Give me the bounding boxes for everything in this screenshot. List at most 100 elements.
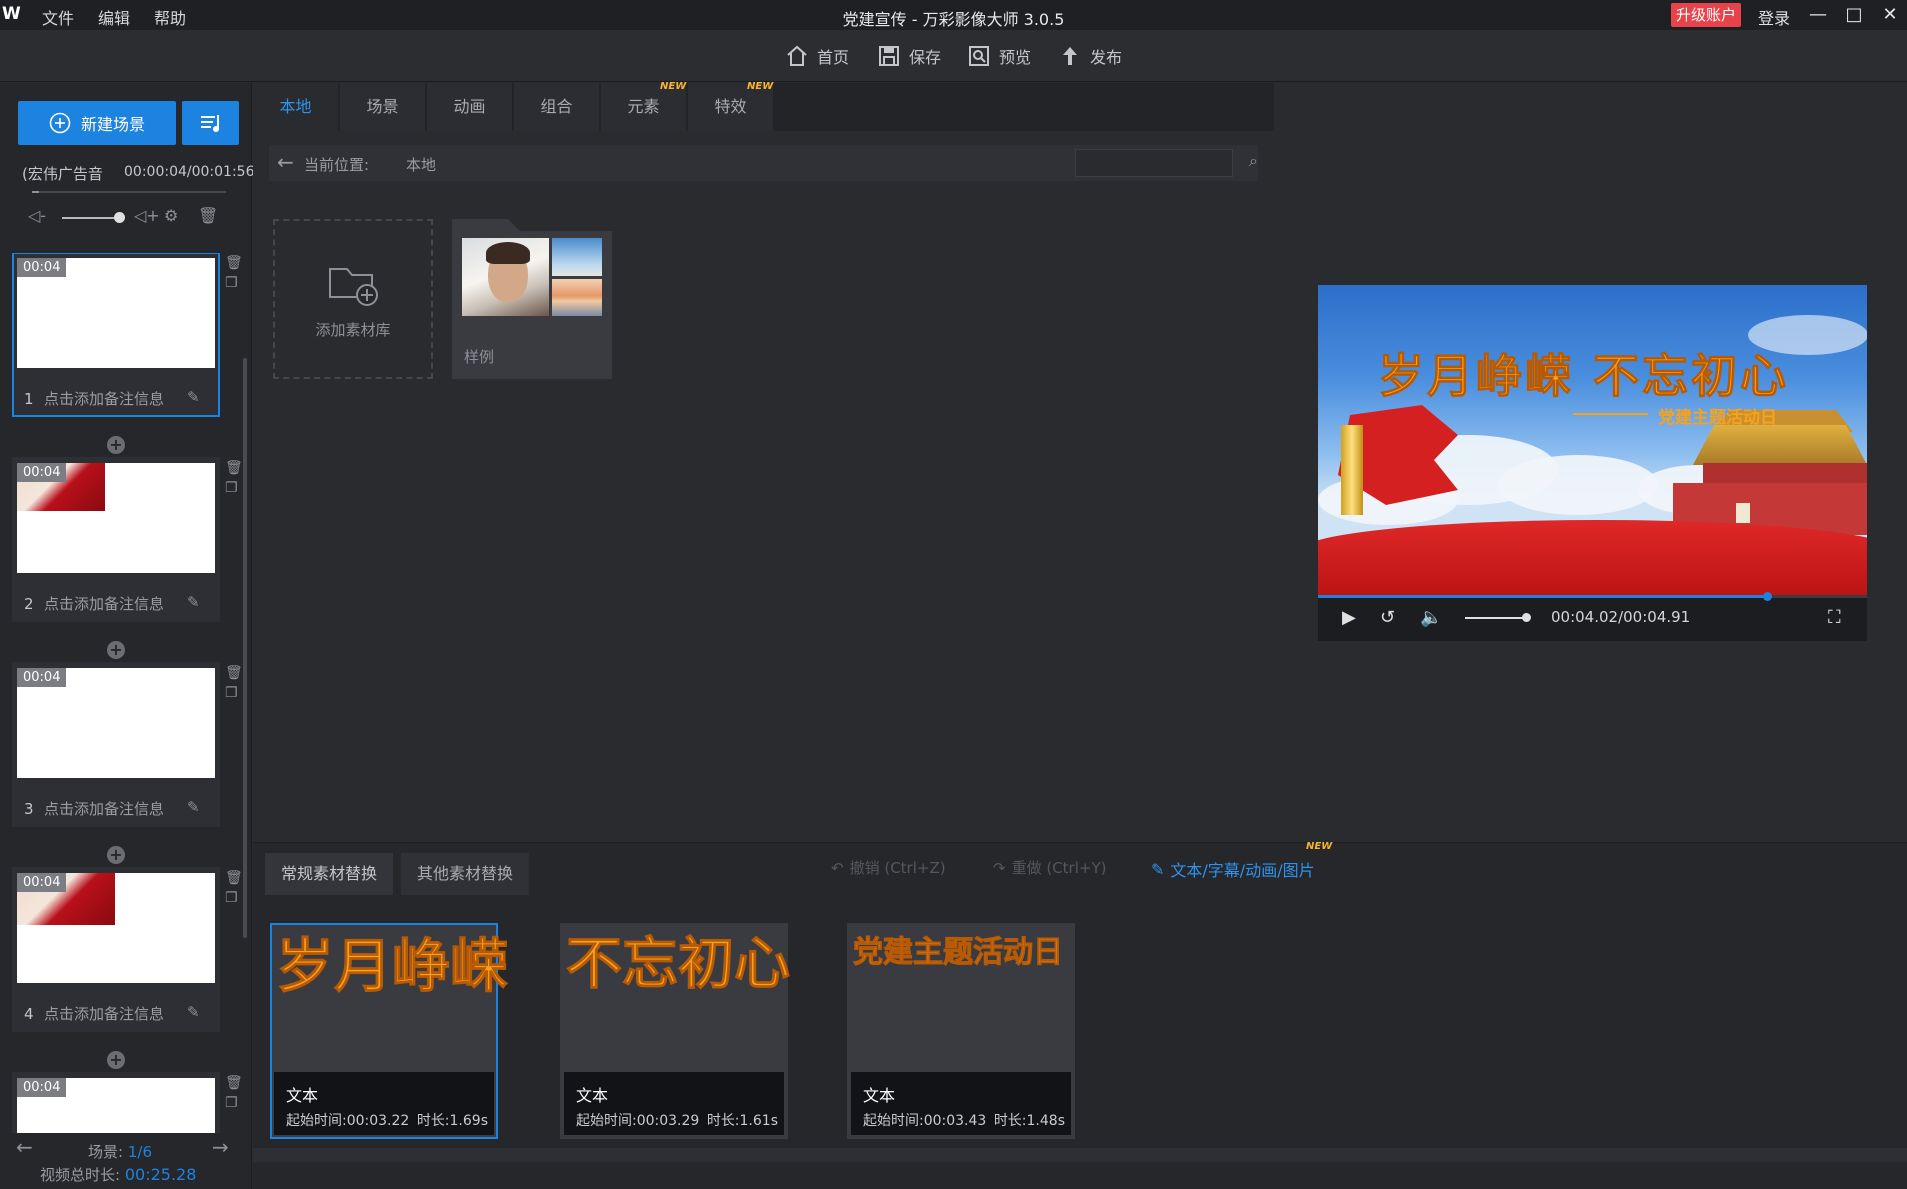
copy-scene-icon[interactable]: ❐ [225, 685, 238, 701]
video-volume-slider[interactable] [1465, 617, 1527, 619]
asset-card[interactable]: 不忘初心 文本 起始时间:00:03.29 时长:1.61s [560, 923, 791, 1139]
scene-card[interactable]: 00:04 4 点击添加备注信息 ✎ [12, 867, 220, 1032]
music-list-button[interactable] [182, 101, 239, 145]
audio-progress-fill [32, 191, 39, 193]
scene-list-scrollbar[interactable] [243, 358, 247, 938]
video-progress-knob[interactable] [1763, 592, 1773, 601]
scene-card[interactable]: 00:04 1 点击添加备注信息 ✎ [12, 253, 220, 417]
text-subtitle-label: 文本/字幕/动画/图片 [1170, 861, 1315, 880]
minimize-icon[interactable]: — [1803, 2, 1833, 28]
volume-down-icon[interactable]: ◁- [28, 206, 46, 225]
asset-list: 岁月峥嵘 文本 起始时间:00:03.22 时长:1.69s 不忘初心 文本 起… [253, 919, 1907, 1139]
tab-combination[interactable]: 组合 [514, 83, 600, 131]
undo-icon: ↶ [831, 858, 844, 877]
add-library-card[interactable]: 添加素材库 [273, 219, 433, 379]
add-scene-icon[interactable]: + [107, 641, 125, 659]
scene-index: 2 [24, 595, 34, 613]
total-duration: 视频总时长: 00:25.28 [40, 1164, 196, 1185]
new-scene-button[interactable]: 新建场景 [18, 101, 176, 145]
asset-card[interactable]: 党建主题活动日 文本 起始时间:00:03.43 时长:1.48s [847, 923, 1075, 1139]
audio-track-time: 00:00:04/00:01:56 [124, 164, 255, 180]
video-title-text: 岁月峥嵘 不忘初心 [1377, 349, 1790, 404]
tab-animation[interactable]: 动画 [427, 83, 513, 131]
audio-progress-bar[interactable] [32, 191, 226, 193]
tab-other-replace[interactable]: 其他素材替换 [401, 853, 530, 895]
scene-card[interactable]: 00:04 3 点击添加备注信息 ✎ [12, 662, 220, 827]
video-controls: ▶ ↺ 🔈 00:04.02/00:04.91 ⛶ [1318, 592, 1867, 641]
volume-up-icon[interactable]: ◁+ [134, 206, 160, 225]
back-arrow-icon[interactable]: ← [277, 150, 294, 174]
trash-icon[interactable]: 🗑 [198, 206, 218, 225]
delete-scene-icon[interactable]: 🗑 [225, 1075, 243, 1091]
menu-file[interactable]: 文件 [42, 5, 74, 29]
scene-note[interactable]: 点击添加备注信息 [44, 1003, 164, 1024]
total-duration-label: 视频总时长: [40, 1166, 121, 1184]
location-value: 本地 [406, 156, 437, 174]
save-label: 保存 [909, 48, 942, 67]
save-button[interactable]: 保存 [877, 44, 941, 68]
audio-volume-knob[interactable] [114, 212, 125, 223]
delete-scene-icon[interactable]: 🗑 [225, 460, 243, 476]
video-preview[interactable]: 岁月峥嵘 不忘初心 党建主题活动日 [1318, 285, 1867, 595]
copy-scene-icon[interactable]: ❐ [225, 480, 238, 496]
video-progress-bar[interactable] [1318, 595, 1867, 598]
prev-scene-icon[interactable]: ← [16, 1135, 33, 1159]
menu-edit[interactable]: 编辑 [98, 5, 130, 29]
text-subtitle-link[interactable]: ✎ 文本/字幕/动画/图片 [1151, 857, 1315, 881]
asset-card[interactable]: 岁月峥嵘 文本 起始时间:00:03.22 时长:1.69s [270, 923, 509, 1139]
material-library: 本地 场景 动画 组合 元素 特效 NEW NEW ← 当前位置: 本地 ⌕ 添… [253, 81, 1274, 841]
scene-note[interactable]: 点击添加备注信息 [44, 798, 164, 819]
menu-help[interactable]: 帮助 [154, 5, 186, 29]
add-scene-icon[interactable]: + [107, 1051, 125, 1069]
scene-card[interactable]: 00:04 2 点击添加备注信息 ✎ [12, 457, 220, 622]
next-scene-icon[interactable]: → [212, 1135, 229, 1159]
home-button[interactable]: 首页 [785, 44, 849, 68]
tab-local[interactable]: 本地 [253, 83, 339, 131]
close-icon[interactable]: ✕ [1875, 2, 1905, 28]
edit-note-icon[interactable]: ✎ [187, 798, 200, 816]
audio-controls: ◁- ◁+ ⚙ 🗑 [22, 203, 232, 233]
scene-note[interactable]: 点击添加备注信息 [44, 593, 164, 614]
volume-icon[interactable]: 🔈 [1420, 607, 1442, 628]
search-icon[interactable]: ⌕ [1249, 151, 1258, 171]
copy-scene-icon[interactable]: ❐ [225, 890, 238, 906]
play-icon[interactable]: ▶ [1342, 607, 1356, 628]
scene-duration: 00:04 [17, 668, 67, 687]
sample-folder[interactable]: 样例 [452, 219, 612, 379]
huabiao-pillar-graphic [1341, 425, 1363, 515]
maximize-icon[interactable]: □ [1839, 2, 1869, 28]
add-scene-icon[interactable]: + [107, 436, 125, 454]
undo-button[interactable]: ↶ 撤销 (Ctrl+Z) [831, 857, 946, 878]
edit-note-icon[interactable]: ✎ [187, 388, 200, 406]
publish-icon [1063, 47, 1077, 65]
new-badge: NEW [1306, 841, 1333, 852]
app-logo: W [2, 4, 21, 24]
delete-scene-icon[interactable]: 🗑 [225, 255, 243, 271]
tab-regular-replace[interactable]: 常规素材替换 [265, 853, 394, 895]
edit-note-icon[interactable]: ✎ [187, 593, 200, 611]
copy-scene-icon[interactable]: ❐ [225, 275, 238, 291]
publish-button[interactable]: 发布 [1058, 44, 1122, 68]
edit-note-icon[interactable]: ✎ [187, 1003, 200, 1021]
delete-scene-icon[interactable]: 🗑 [225, 665, 243, 681]
pencil-icon: ✎ [1151, 859, 1165, 879]
scene-duration: 00:04 [17, 873, 67, 892]
video-volume-knob[interactable] [1522, 613, 1531, 622]
redo-button[interactable]: ↷ 重做 (Ctrl+Y) [993, 857, 1106, 878]
replay-icon[interactable]: ↺ [1380, 607, 1395, 628]
delete-scene-icon[interactable]: 🗑 [225, 870, 243, 886]
add-scene-icon[interactable]: + [107, 846, 125, 864]
tab-scene[interactable]: 场景 [340, 83, 426, 131]
preview-button[interactable]: 预览 [967, 44, 1031, 68]
gear-icon[interactable]: ⚙ [164, 206, 178, 225]
music-list-icon [200, 115, 219, 132]
upgrade-account-button[interactable]: 升级账户 [1671, 3, 1741, 27]
scene-card[interactable]: 00:04 [12, 1072, 220, 1133]
audio-volume-slider[interactable] [62, 217, 118, 219]
asset-scrollbar[interactable] [253, 1148, 1907, 1162]
login-link[interactable]: 登录 [1758, 5, 1790, 29]
scene-note[interactable]: 点击添加备注信息 [44, 388, 164, 409]
library-search-input[interactable] [1075, 149, 1233, 177]
fullscreen-icon[interactable]: ⛶ [1828, 607, 1841, 628]
copy-scene-icon[interactable]: ❐ [225, 1095, 238, 1111]
